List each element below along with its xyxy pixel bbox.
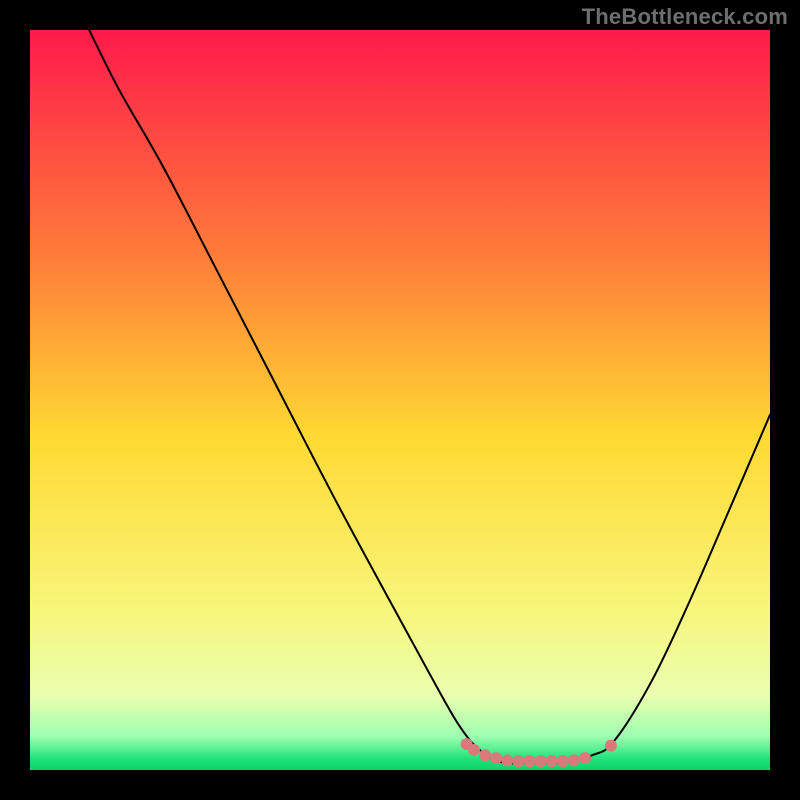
chart-frame: TheBottleneck.com bbox=[0, 0, 800, 800]
marker-dot bbox=[490, 752, 502, 764]
marker-dot bbox=[557, 755, 569, 767]
marker-dot bbox=[568, 754, 580, 766]
marker-dot bbox=[535, 755, 547, 767]
marker-dot bbox=[468, 744, 480, 756]
watermark-text: TheBottleneck.com bbox=[582, 4, 788, 30]
gradient-background bbox=[30, 30, 770, 770]
marker-dot bbox=[512, 755, 524, 767]
chart-svg bbox=[30, 30, 770, 770]
marker-dot bbox=[524, 755, 536, 767]
marker-dot bbox=[605, 740, 617, 752]
plot-area bbox=[30, 30, 770, 770]
marker-dot bbox=[546, 755, 558, 767]
marker-dot bbox=[479, 749, 491, 761]
marker-dot bbox=[501, 754, 513, 766]
marker-dot bbox=[579, 752, 591, 764]
